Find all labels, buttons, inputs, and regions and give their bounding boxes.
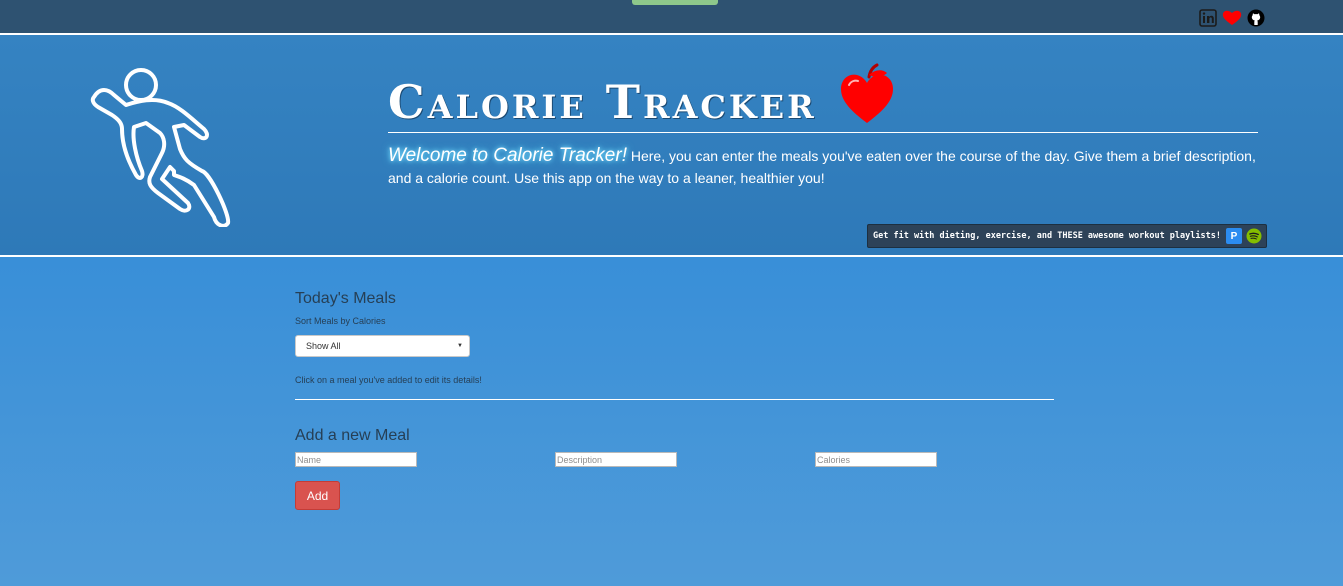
intro-text: Welcome to Calorie Tracker! Here, you ca… [388,145,1263,189]
add-meal-button[interactable]: Add [295,481,340,510]
meal-calories-input[interactable] [815,452,937,467]
playlist-text: Get fit with dieting, exercise, and THES… [873,231,1221,241]
sort-select[interactable]: Show All ▼ [295,335,470,357]
apple-heart-icon [840,63,893,123]
caret-down-icon: ▼ [457,343,463,349]
meal-description-input[interactable] [555,452,677,467]
edit-hint: Click on a meal you've added to edit its… [295,375,482,385]
pandora-icon[interactable]: P [1226,228,1242,244]
meal-name-input[interactable] [295,452,417,467]
sort-label: Sort Meals by Calories [295,316,386,326]
spotify-icon[interactable] [1246,228,1262,244]
top-navbar [0,0,1343,35]
add-meal-heading: Add a new Meal [295,427,410,444]
linkedin-icon[interactable] [1199,9,1217,27]
playlist-banner: Get fit with dieting, exercise, and THES… [867,224,1267,248]
todays-meals-heading: Today's Meals [295,290,396,307]
header-banner: Calorie Tracker Welcome to Calorie Track… [0,35,1343,257]
social-links [1199,9,1265,27]
sort-select-value: Show All [306,341,341,351]
heart-icon[interactable] [1221,9,1243,27]
runner-icon [90,68,231,227]
app-title: Calorie Tracker [388,75,817,129]
section-divider [295,399,1054,400]
github-icon[interactable] [1247,9,1265,27]
title-divider [388,132,1258,133]
nav-tab-indicator[interactable] [632,0,718,5]
welcome-text: Welcome to Calorie Tracker! [388,145,627,166]
